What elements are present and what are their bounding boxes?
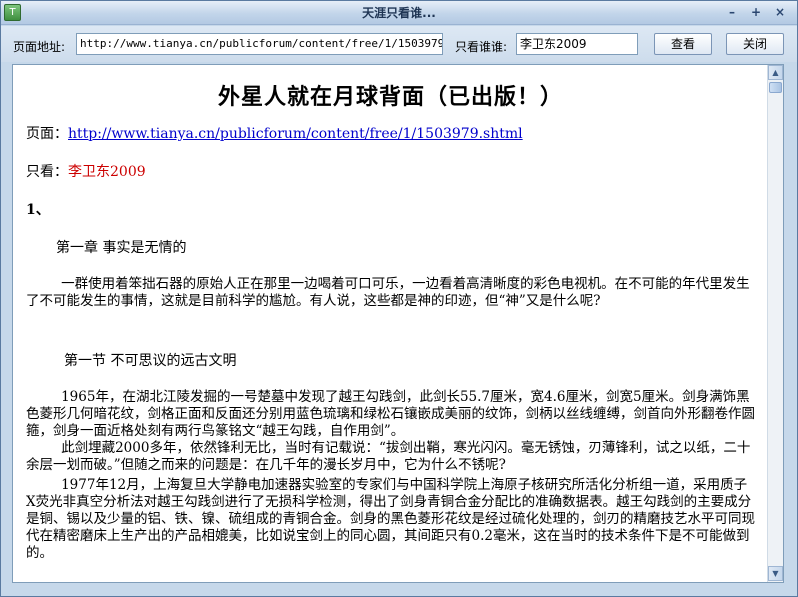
toolbar: 页面地址: http://www.tianya.cn/publicforum/c… (1, 26, 797, 62)
app-window: T 天涯只看谁... – + × 页面地址: http://www.tianya… (0, 0, 798, 597)
author-filter-input[interactable]: 李卫东2009 (516, 33, 638, 55)
document-view[interactable]: 外星人就在月球背面（已出版！） 页面：http://www.tianya.cn/… (13, 65, 768, 582)
section-heading: 第一节 不可思议的远古文明 (64, 353, 237, 369)
maximize-button[interactable]: + (746, 4, 766, 21)
minimize-button[interactable]: – (722, 4, 742, 21)
url-input[interactable]: http://www.tianya.cn/publicforum/content… (76, 33, 443, 55)
author-filter-label: 只看谁谁: (455, 40, 508, 54)
page-link[interactable]: http://www.tianya.cn/publicforum/content… (68, 126, 523, 142)
paragraph: 一群使用着笨拙石器的原始人正在那里一边喝着可口可乐，一边看着高清晰度的彩色电视机… (26, 276, 750, 309)
page-line: 页面：http://www.tianya.cn/publicforum/cont… (26, 125, 755, 143)
window-title: 天涯只看谁... (362, 6, 436, 20)
scroll-thumb[interactable] (769, 82, 782, 93)
paragraph: 1965年，在湖北江陵发掘的一号楚墓中发现了越王勾践剑，此剑长55.7厘米，宽4… (26, 389, 755, 439)
close-button[interactable]: 关闭 (726, 33, 784, 55)
chapter-heading: 第一章 事实是无情的 (56, 240, 187, 256)
view-button[interactable]: 查看 (654, 33, 712, 55)
title-bar[interactable]: T 天涯只看谁... – + × (1, 1, 797, 25)
url-label: 页面地址: (13, 40, 66, 54)
paragraph: 1977年12月，上海复旦大学静电加速器实验室的专家们与中国科学院上海原子核研究… (26, 477, 755, 561)
close-window-button[interactable]: × (770, 4, 790, 21)
scroll-down-icon[interactable]: ▼ (768, 566, 783, 581)
author-line: 只看：李卫东2009 (26, 163, 755, 181)
paragraph: 此剑埋藏2000多年，依然锋利无比，当时有记载说：“拔剑出鞘，寒光闪闪。毫无锈蚀… (26, 440, 751, 473)
content-frame: 外星人就在月球背面（已出版！） 页面：http://www.tianya.cn/… (12, 64, 784, 583)
post-number: 1、 (26, 202, 50, 218)
vertical-scrollbar[interactable]: ▲ ▼ (767, 65, 783, 582)
author-label: 只看： (26, 164, 68, 180)
page-label: 页面： (26, 126, 68, 142)
document-title: 外星人就在月球背面（已出版！） (217, 84, 563, 110)
author-name: 李卫东2009 (68, 164, 146, 180)
scroll-up-icon[interactable]: ▲ (768, 65, 783, 80)
